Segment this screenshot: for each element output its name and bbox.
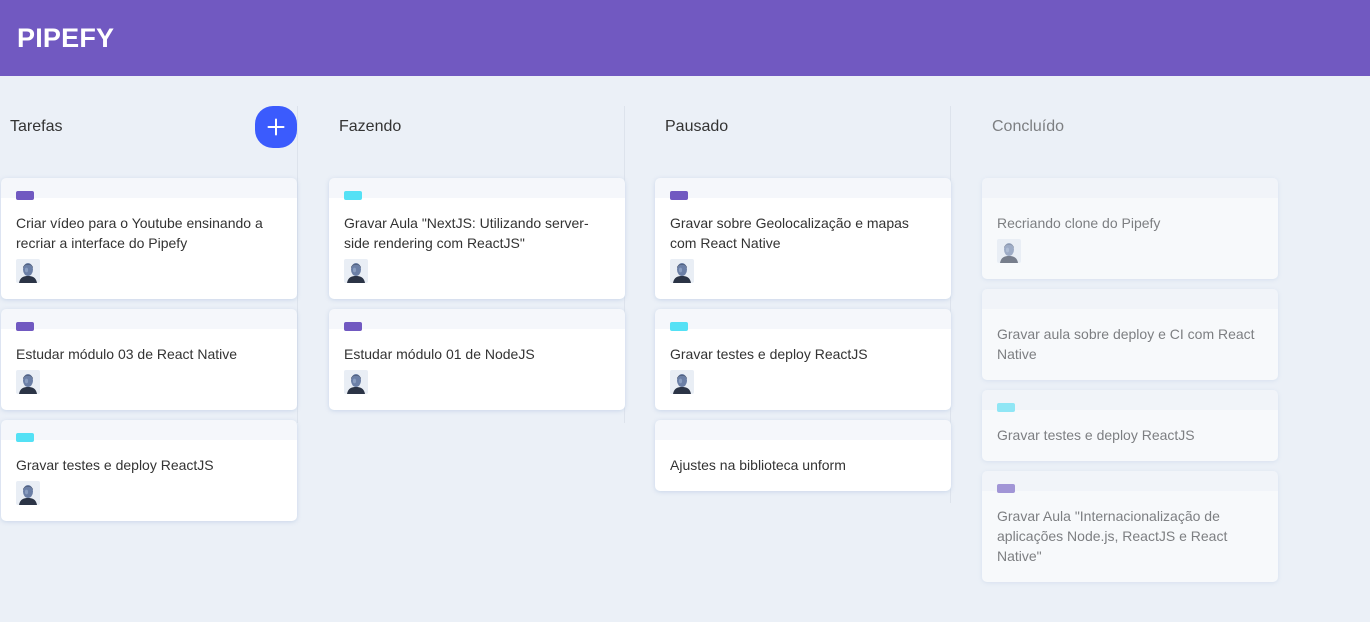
card-label — [16, 433, 34, 442]
kanban-board: Tarefas Criar vídeo para o Youtube ensina… — [0, 76, 1370, 622]
list-header: Concluído — [982, 106, 1297, 148]
list-header: Tarefas — [1, 106, 297, 148]
card-list: Gravar Aula "NextJS: Utilizando server-s… — [329, 178, 625, 420]
card-list: Criar vídeo para o Youtube ensinando a r… — [1, 178, 297, 531]
user-avatar — [16, 481, 40, 505]
card-content: Gravar testes e deploy ReactJS — [16, 457, 214, 473]
list-title: Pausado — [665, 118, 729, 135]
list-0: Tarefas Criar vídeo para o Youtube ensina… — [1, 106, 298, 521]
card[interactable]: Gravar aula sobre deploy e CI com React … — [982, 289, 1278, 380]
card[interactable]: Ajustes na biblioteca unform — [655, 420, 951, 491]
card-content: Estudar módulo 03 de React Native — [16, 346, 238, 362]
card[interactable]: Criar vídeo para o Youtube ensinando a r… — [1, 178, 297, 299]
card-content: Gravar testes e deploy ReactJS — [997, 427, 1195, 443]
card-content: Gravar aula sobre deploy e CI com React … — [997, 326, 1255, 362]
card-content: Gravar sobre Geolocalização e mapas com … — [670, 215, 909, 251]
card-content: Estudar módulo 01 de NodeJS — [344, 346, 535, 362]
user-avatar — [670, 370, 694, 394]
user-avatar — [670, 259, 694, 283]
card-label — [997, 484, 1015, 493]
card[interactable]: Estudar módulo 03 de React Native — [1, 309, 297, 410]
card-list: Recriando clone do Pipefy Gravar aula sob… — [982, 178, 1278, 592]
list-title: Fazendo — [339, 118, 402, 135]
card-label — [16, 191, 34, 200]
card[interactable]: Estudar módulo 01 de NodeJS — [329, 309, 625, 410]
app-header: PIPEFY — [0, 0, 1370, 76]
card-content: Recriando clone do Pipefy — [997, 215, 1161, 231]
card-content: Criar vídeo para o Youtube ensinando a r… — [16, 215, 263, 251]
card-label — [670, 322, 688, 331]
card-content: Gravar Aula "Internacionalização de apli… — [997, 508, 1228, 564]
add-card-button[interactable] — [255, 106, 297, 148]
user-avatar — [997, 239, 1021, 263]
card[interactable]: Gravar Aula "Internacionalização de apli… — [982, 471, 1278, 582]
list-1: Fazendo Gravar Aula "NextJS: Utilizando s… — [329, 106, 625, 423]
list-title: Concluído — [992, 118, 1065, 135]
list-header: Pausado — [655, 106, 950, 148]
list-2: Pausado Gravar sobre Geolocalização e map… — [655, 106, 951, 503]
card[interactable]: Gravar Aula "NextJS: Utilizando server-s… — [329, 178, 625, 299]
user-avatar — [344, 259, 368, 283]
card-content: Gravar testes e deploy ReactJS — [670, 346, 868, 362]
app-logo: PIPEFY — [17, 22, 115, 53]
card-label — [344, 191, 362, 200]
user-avatar — [16, 259, 40, 283]
card-content: Gravar Aula "NextJS: Utilizando server-s… — [344, 215, 589, 251]
card-content: Ajustes na biblioteca unform — [670, 457, 846, 473]
card-label — [670, 191, 688, 200]
card-label — [16, 322, 34, 331]
card-label — [344, 322, 362, 331]
user-avatar — [16, 370, 40, 394]
card[interactable]: Gravar sobre Geolocalização e mapas com … — [655, 178, 951, 299]
card[interactable]: Gravar testes e deploy ReactJS — [982, 390, 1278, 461]
card[interactable]: Gravar testes e deploy ReactJS — [1, 420, 297, 521]
card[interactable]: Recriando clone do Pipefy — [982, 178, 1278, 279]
card[interactable]: Gravar testes e deploy ReactJS — [655, 309, 951, 410]
card-label — [997, 403, 1015, 412]
list-3: Concluído Recriando clone do Pipefy Gravar… — [982, 106, 1297, 590]
plus-icon — [267, 118, 285, 136]
card-list: Gravar sobre Geolocalização e mapas com … — [655, 178, 951, 501]
list-header: Fazendo — [329, 106, 624, 148]
user-avatar — [344, 370, 368, 394]
list-title: Tarefas — [10, 118, 63, 135]
